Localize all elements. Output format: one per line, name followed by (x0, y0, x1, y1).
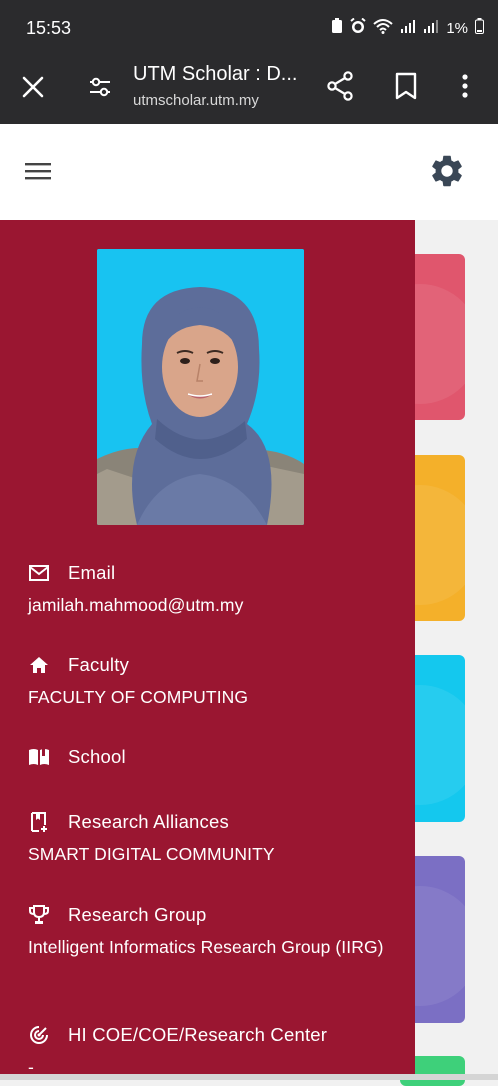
email-section: Email jamilah.mahmood@utm.my (28, 560, 398, 618)
signal-icon-1 (400, 18, 416, 38)
battery-saver-icon (331, 18, 343, 38)
research-center-section: HI COE/COE/Research Center - (28, 1022, 398, 1080)
email-value[interactable]: jamilah.mahmood@utm.my (28, 592, 398, 618)
research-alliances-section: Research Alliances SMART DIGITAL COMMUNI… (28, 809, 398, 867)
research-group-value: Intelligent Informatics Research Group (… (28, 937, 384, 957)
wifi-icon (373, 18, 393, 38)
bookmark-plus-icon (28, 811, 50, 833)
status-icons: 1% (331, 17, 484, 38)
page-url[interactable]: utmscholar.utm.my (133, 92, 259, 109)
research-group-label: Research Group (68, 904, 207, 925)
page-title[interactable]: UTM Scholar : D... (133, 63, 297, 86)
alarm-icon (350, 17, 366, 38)
bottom-edge (0, 1074, 498, 1080)
book-icon (28, 746, 50, 768)
faculty-section: Faculty FACULTY OF COMPUTING (28, 652, 398, 710)
research-group-section: Research Group Intelligent Informatics R… (28, 902, 398, 960)
more-vert-icon[interactable] (455, 70, 475, 102)
battery-icon (475, 18, 484, 38)
browser-toolbar: UTM Scholar : D... utmscholar.utm.my (0, 56, 498, 124)
school-label: School (68, 746, 126, 767)
tune-icon[interactable] (86, 72, 114, 102)
home-icon (28, 654, 50, 676)
faculty-value: FACULTY OF COMPUTING (28, 687, 249, 707)
app-header (0, 124, 498, 220)
school-section: School (28, 744, 398, 776)
research-center-label: HI COE/COE/Research Center (68, 1024, 328, 1045)
share-icon[interactable] (325, 70, 355, 102)
research-alliances-label: Research Alliances (68, 811, 229, 832)
signal-icon-2 (423, 18, 439, 38)
target-icon (28, 1024, 50, 1046)
status-time: 15:53 (26, 18, 72, 38)
profile-drawer: Email jamilah.mahmood@utm.my Faculty FAC… (0, 220, 415, 1080)
faculty-label: Faculty (68, 654, 130, 675)
research-alliances-value: SMART DIGITAL COMMUNITY (28, 844, 275, 864)
profile-photo (97, 249, 304, 525)
battery-percent: 1% (446, 19, 468, 37)
status-bar: 15:53 1% (0, 0, 498, 56)
mail-icon (28, 562, 50, 584)
bookmark-icon[interactable] (393, 70, 419, 102)
gear-icon[interactable] (428, 152, 466, 190)
email-label: Email (68, 562, 116, 583)
close-icon[interactable] (18, 72, 48, 102)
trophy-icon (28, 904, 50, 926)
menu-icon[interactable] (24, 160, 52, 182)
